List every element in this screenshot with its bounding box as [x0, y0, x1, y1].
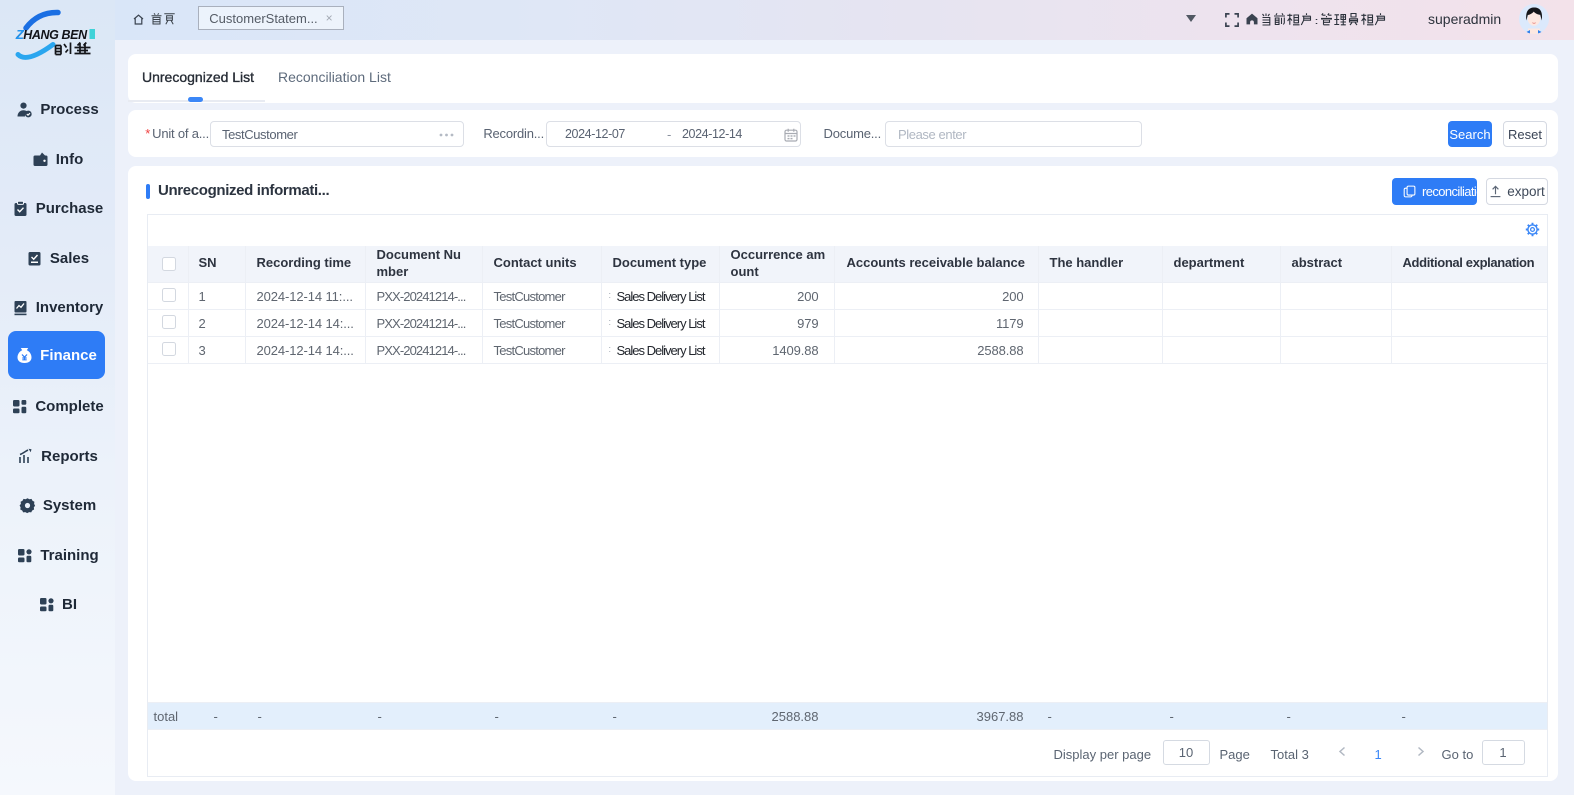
svg-text:ZHANG BEN: ZHANG BEN [15, 28, 88, 42]
svg-text:Z: Z [15, 28, 25, 42]
